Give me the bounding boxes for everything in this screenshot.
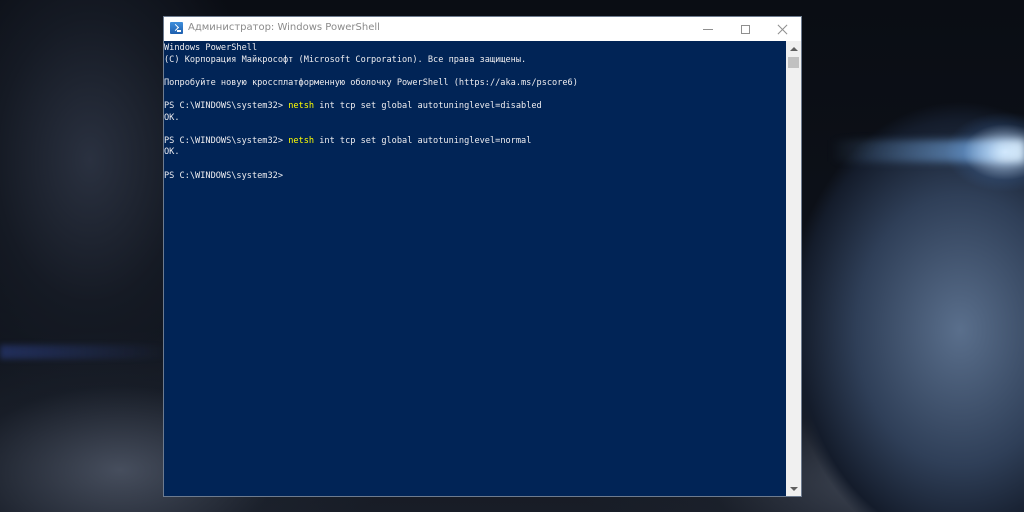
scroll-up-button[interactable] <box>786 41 801 56</box>
minimize-icon <box>703 28 713 30</box>
console-output[interactable]: Windows PowerShell (C) Корпорация Майкрос… <box>164 41 786 496</box>
console-command-args: int tcp set global autotuninglevel=norma… <box>314 135 532 146</box>
chevron-down-icon <box>789 486 798 491</box>
console-command-args: int tcp set global autotuninglevel=disab… <box>314 100 542 111</box>
close-button[interactable] <box>763 17 801 41</box>
scrollbar-thumb[interactable] <box>788 57 799 68</box>
maximize-icon <box>740 24 750 34</box>
maximize-button[interactable] <box>726 17 764 41</box>
wallpaper-horizon-glow <box>0 345 170 359</box>
chevron-up-icon <box>789 46 798 51</box>
console-prompt: PS C:\WINDOWS\system32> <box>164 135 289 146</box>
title-bar[interactable]: Администратор: Windows PowerShell <box>164 17 801 41</box>
console-prompt: PS C:\WINDOWS\system32> <box>164 100 289 111</box>
console-output-line: Попробуйте новую кроссплатформенную обол… <box>164 77 578 88</box>
console-output-line: (C) Корпорация Майкрософт (Microsoft Cor… <box>164 54 527 65</box>
console-output-line: OK. <box>164 147 180 158</box>
console-command-line: PS C:\WINDOWS\system32> netsh int tcp se… <box>164 101 786 113</box>
console-prompt: PS C:\WINDOWS\system32> <box>164 170 283 181</box>
console-command-name: netsh <box>288 135 315 146</box>
console-command-line: PS C:\WINDOWS\system32> netsh int tcp se… <box>164 136 786 148</box>
close-icon <box>777 24 788 35</box>
minimize-button[interactable] <box>689 17 727 41</box>
vertical-scrollbar[interactable] <box>786 41 801 496</box>
powershell-icon[interactable] <box>170 22 183 34</box>
powershell-window[interactable]: Администратор: Windows PowerShell Window… <box>163 16 802 497</box>
console-command-name: netsh <box>288 100 315 111</box>
window-title: Администратор: Windows PowerShell <box>188 22 380 33</box>
console-output-line: OK. <box>164 112 180 123</box>
console-command-line: PS C:\WINDOWS\system32> <box>164 171 786 183</box>
wallpaper-light-beam <box>830 140 1024 162</box>
console-output-line: Windows PowerShell <box>164 43 258 53</box>
scroll-down-button[interactable] <box>786 481 801 496</box>
